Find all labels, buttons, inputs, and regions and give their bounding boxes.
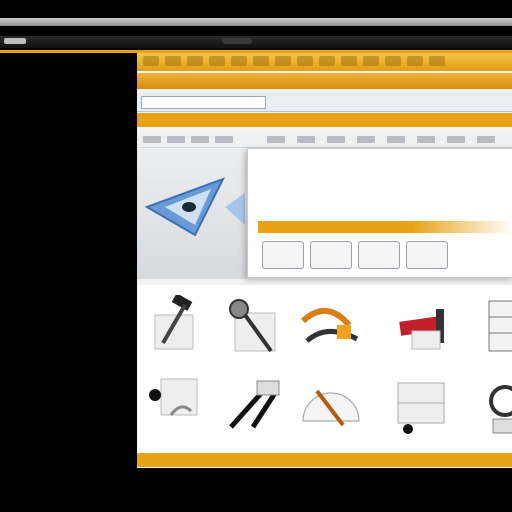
ribbon-button[interactable] bbox=[275, 56, 291, 66]
title-handle[interactable] bbox=[222, 38, 252, 44]
top-chrome-bar bbox=[0, 18, 512, 26]
ribbon-button[interactable] bbox=[429, 56, 445, 66]
hammer-icon[interactable] bbox=[145, 295, 211, 361]
dialog-option-2[interactable] bbox=[310, 241, 352, 269]
ribbon-button[interactable] bbox=[165, 56, 181, 66]
triangle-logo-icon bbox=[145, 177, 245, 237]
toolbar-button[interactable] bbox=[191, 136, 209, 143]
toolbar-button[interactable] bbox=[417, 136, 435, 143]
progress-bar bbox=[258, 221, 512, 233]
toolbar-button[interactable] bbox=[143, 136, 161, 143]
menu-button[interactable] bbox=[4, 38, 26, 44]
tool-grid bbox=[137, 285, 512, 455]
dialog-option-4[interactable] bbox=[406, 241, 448, 269]
ribbon-button[interactable] bbox=[187, 56, 203, 66]
toolbar-button[interactable] bbox=[167, 136, 185, 143]
toolbox-icon[interactable] bbox=[392, 371, 458, 437]
scissors-icon[interactable] bbox=[223, 371, 289, 437]
modal-dialog bbox=[247, 148, 512, 278]
ribbon-button[interactable] bbox=[253, 56, 269, 66]
wrench-icon[interactable] bbox=[141, 371, 207, 437]
ribbon-button[interactable] bbox=[319, 56, 335, 66]
ribbon-top bbox=[137, 53, 512, 71]
toolbar-button[interactable] bbox=[447, 136, 465, 143]
status-bar bbox=[137, 453, 512, 467]
ribbon-button[interactable] bbox=[297, 56, 313, 66]
ribbon-button[interactable] bbox=[231, 56, 247, 66]
protractor-icon[interactable] bbox=[297, 371, 363, 437]
pliers-icon[interactable] bbox=[297, 295, 363, 361]
dialog-option-1[interactable] bbox=[262, 241, 304, 269]
toolbar bbox=[137, 133, 512, 148]
toolbar-button[interactable] bbox=[267, 136, 285, 143]
toolbar-button[interactable] bbox=[387, 136, 405, 143]
ribbon-button[interactable] bbox=[407, 56, 423, 66]
toolbar-button[interactable] bbox=[215, 136, 233, 143]
title-bar bbox=[0, 36, 512, 48]
app-window bbox=[137, 53, 512, 468]
clamp-icon[interactable] bbox=[392, 295, 458, 361]
cabinet-icon[interactable] bbox=[477, 295, 512, 361]
toolbar-button[interactable] bbox=[477, 136, 495, 143]
section-band bbox=[137, 113, 512, 127]
ribbon-secondary bbox=[137, 73, 512, 89]
ribbon-button[interactable] bbox=[363, 56, 379, 66]
dialog-option-3[interactable] bbox=[358, 241, 400, 269]
gauge-icon[interactable] bbox=[477, 371, 512, 437]
address-field[interactable] bbox=[141, 96, 266, 109]
toolbar-button[interactable] bbox=[357, 136, 375, 143]
left-preview-pane bbox=[137, 149, 247, 279]
address-bar bbox=[137, 93, 512, 112]
ribbon-button[interactable] bbox=[385, 56, 401, 66]
toolbar-button[interactable] bbox=[297, 136, 315, 143]
ribbon-button[interactable] bbox=[209, 56, 225, 66]
toolbar-button[interactable] bbox=[327, 136, 345, 143]
ribbon-button[interactable] bbox=[341, 56, 357, 66]
ribbon-button[interactable] bbox=[143, 56, 159, 66]
magnifier-icon[interactable] bbox=[223, 295, 289, 361]
